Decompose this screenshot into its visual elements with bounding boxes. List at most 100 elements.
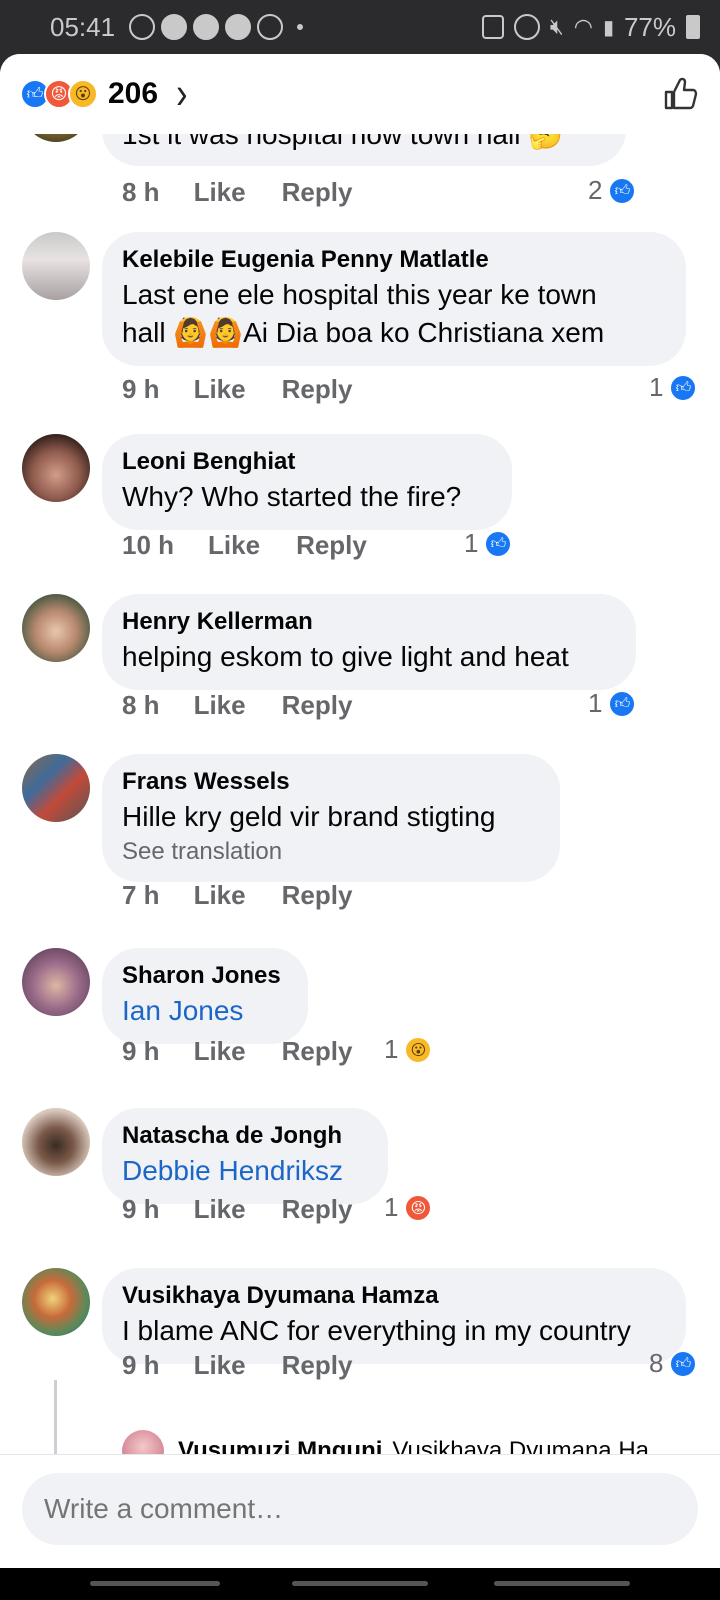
comments-sheet: 1st it was hospital now town hall 🤔 8 h … <box>0 54 720 1568</box>
comment-bubble[interactable]: Frans Wessels Hille kry geld vir brand s… <box>102 754 560 882</box>
comment-actions: 8 h Like Reply <box>122 177 352 208</box>
mention-link[interactable]: Debbie Hendriksz <box>122 1152 368 1190</box>
comment-text-line: hall 🙆🙆Ai Dia boa ko Christiana xem <box>122 317 605 348</box>
comment-time: 8 h <box>122 690 160 720</box>
app-icon <box>161 14 188 40</box>
reaction-total: 206 <box>108 77 159 110</box>
comment-time: 7 h <box>122 880 160 910</box>
avatar[interactable] <box>22 1108 90 1176</box>
avatar[interactable] <box>22 754 90 822</box>
comment-actions: 10 h Like Reply <box>122 530 367 561</box>
like-button[interactable]: Like <box>194 1350 246 1381</box>
comment-actions: 9 h Like Reply <box>122 1036 352 1067</box>
reaction-count: 1 <box>384 1192 399 1222</box>
recycle-icon <box>257 14 284 40</box>
like-button[interactable]: Like <box>194 177 246 208</box>
like-button[interactable]: Like <box>194 690 246 721</box>
angry-reaction-icon: 😡︎ <box>404 1193 433 1222</box>
reaction-count: 2 <box>588 175 603 205</box>
avatar[interactable] <box>22 948 90 1016</box>
reaction-count: 1 <box>464 528 479 558</box>
like-reaction-icon: 👍︎ <box>669 373 698 402</box>
mention-link[interactable]: Ian Jones <box>122 992 288 1030</box>
reaction-count: 1 <box>384 1034 399 1064</box>
write-comment-input[interactable] <box>22 1473 698 1545</box>
like-reaction-icon: 👍︎ <box>669 1349 698 1378</box>
comment-text-line: Last ene ele hospital this year ke town <box>122 279 597 310</box>
reply-button[interactable]: Reply <box>282 177 353 208</box>
reply-button[interactable]: Reply <box>282 374 353 405</box>
see-translation-link[interactable]: See translation <box>122 836 540 868</box>
like-button[interactable]: Like <box>194 1036 246 1067</box>
comment-time: 9 h <box>122 1350 160 1380</box>
reaction-summary[interactable]: 1 😮︎ <box>384 1034 433 1065</box>
status-bar: 05:41 🔇︎ ◠ ▮ 77% <box>0 0 720 54</box>
like-button[interactable]: Like <box>208 530 260 561</box>
lock-icon <box>481 15 504 39</box>
comment-text: I blame ANC for everything in my country <box>122 1315 631 1346</box>
reply-button[interactable]: Reply <box>282 690 353 721</box>
avatar[interactable] <box>22 232 90 300</box>
reaction-summary[interactable]: 1 😡︎ <box>384 1192 433 1223</box>
comment-actions: 9 h Like Reply <box>122 374 352 405</box>
thumbs-up-outline-icon[interactable] <box>660 74 700 114</box>
reply-button[interactable]: Reply <box>282 1350 353 1381</box>
comment-text: helping eskom to give light and heat <box>122 641 569 672</box>
commenter-name[interactable]: Vusikhaya Dyumana Hamza <box>122 1280 666 1312</box>
comment-actions: 9 h Like Reply <box>122 1194 352 1225</box>
reaction-summary[interactable]: 1 👍︎ <box>588 688 637 719</box>
reply-button[interactable]: Reply <box>282 1036 353 1067</box>
like-button[interactable]: Like <box>194 374 246 405</box>
reaction-summary[interactable]: 1 👍︎ <box>464 528 513 559</box>
nav-recent-handle[interactable] <box>90 1581 220 1586</box>
like-reaction-icon: 👍︎ <box>608 176 637 205</box>
reaction-count: 1 <box>588 688 603 718</box>
reaction-icons: 👍︎ 😡︎ 😮︎ <box>20 79 98 109</box>
like-button[interactable]: Like <box>194 880 246 911</box>
comment-bubble[interactable]: Henry Kellerman helping eskom to give li… <box>102 594 636 690</box>
reply-button[interactable]: Reply <box>282 880 353 911</box>
mute-icon: 🔇︎ <box>549 14 564 39</box>
chevron-right-icon[interactable]: › <box>176 69 187 120</box>
status-time: 05:41 <box>50 11 116 42</box>
reaction-summary[interactable]: 2 👍︎ <box>588 175 637 206</box>
app-icon <box>193 14 220 40</box>
nav-home-handle[interactable] <box>292 1581 428 1586</box>
wow-reaction-icon: 😮︎ <box>404 1035 433 1064</box>
reaction-count: 8 <box>649 1348 664 1378</box>
commenter-name[interactable]: Henry Kellerman <box>122 606 616 638</box>
battery-icon <box>686 15 700 39</box>
avatar[interactable] <box>22 1268 90 1336</box>
commenter-name[interactable]: Natascha de Jongh <box>122 1120 368 1152</box>
system-nav-bar <box>0 1568 720 1600</box>
commenter-name[interactable]: Leoni Benghiat <box>122 446 492 478</box>
reaction-summary[interactable]: 1 👍︎ <box>649 372 698 403</box>
comment-bubble[interactable]: Kelebile Eugenia Penny Matlatle Last ene… <box>102 232 686 366</box>
wow-reaction-icon: 😮︎ <box>68 79 98 109</box>
reactions-header[interactable]: 👍︎ 😡︎ 😮︎ 206 › <box>0 54 720 134</box>
comment-bubble[interactable]: Natascha de Jongh Debbie Hendriksz <box>102 1108 388 1204</box>
commenter-name[interactable]: Frans Wessels <box>122 766 540 798</box>
avatar[interactable] <box>22 594 90 662</box>
alarm-icon <box>513 14 540 40</box>
avatar[interactable] <box>22 434 90 502</box>
like-button[interactable]: Like <box>194 1194 246 1225</box>
comment-bubble[interactable]: Sharon Jones Ian Jones <box>102 948 308 1044</box>
comment-actions: 8 h Like Reply <box>122 690 352 721</box>
app-icon <box>225 14 252 40</box>
comment-time: 9 h <box>122 374 160 404</box>
commenter-name[interactable]: Sharon Jones <box>122 960 288 992</box>
comment-time: 9 h <box>122 1194 160 1224</box>
comment-composer <box>0 1454 720 1568</box>
reply-button[interactable]: Reply <box>282 1194 353 1225</box>
reply-button[interactable]: Reply <box>296 530 367 561</box>
comment-bubble[interactable]: Leoni Benghiat Why? Who started the fire… <box>102 434 512 530</box>
wifi-icon: ◠ <box>573 14 593 39</box>
nav-back-handle[interactable] <box>494 1581 630 1586</box>
comment-time: 8 h <box>122 177 160 207</box>
reaction-summary[interactable]: 8 👍︎ <box>649 1348 698 1379</box>
commenter-name[interactable]: Kelebile Eugenia Penny Matlatle <box>122 244 666 276</box>
like-reaction-icon: 👍︎ <box>484 529 513 558</box>
comment-actions: 7 h Like Reply <box>122 880 352 911</box>
comment-text: Why? Who started the fire? <box>122 481 462 512</box>
